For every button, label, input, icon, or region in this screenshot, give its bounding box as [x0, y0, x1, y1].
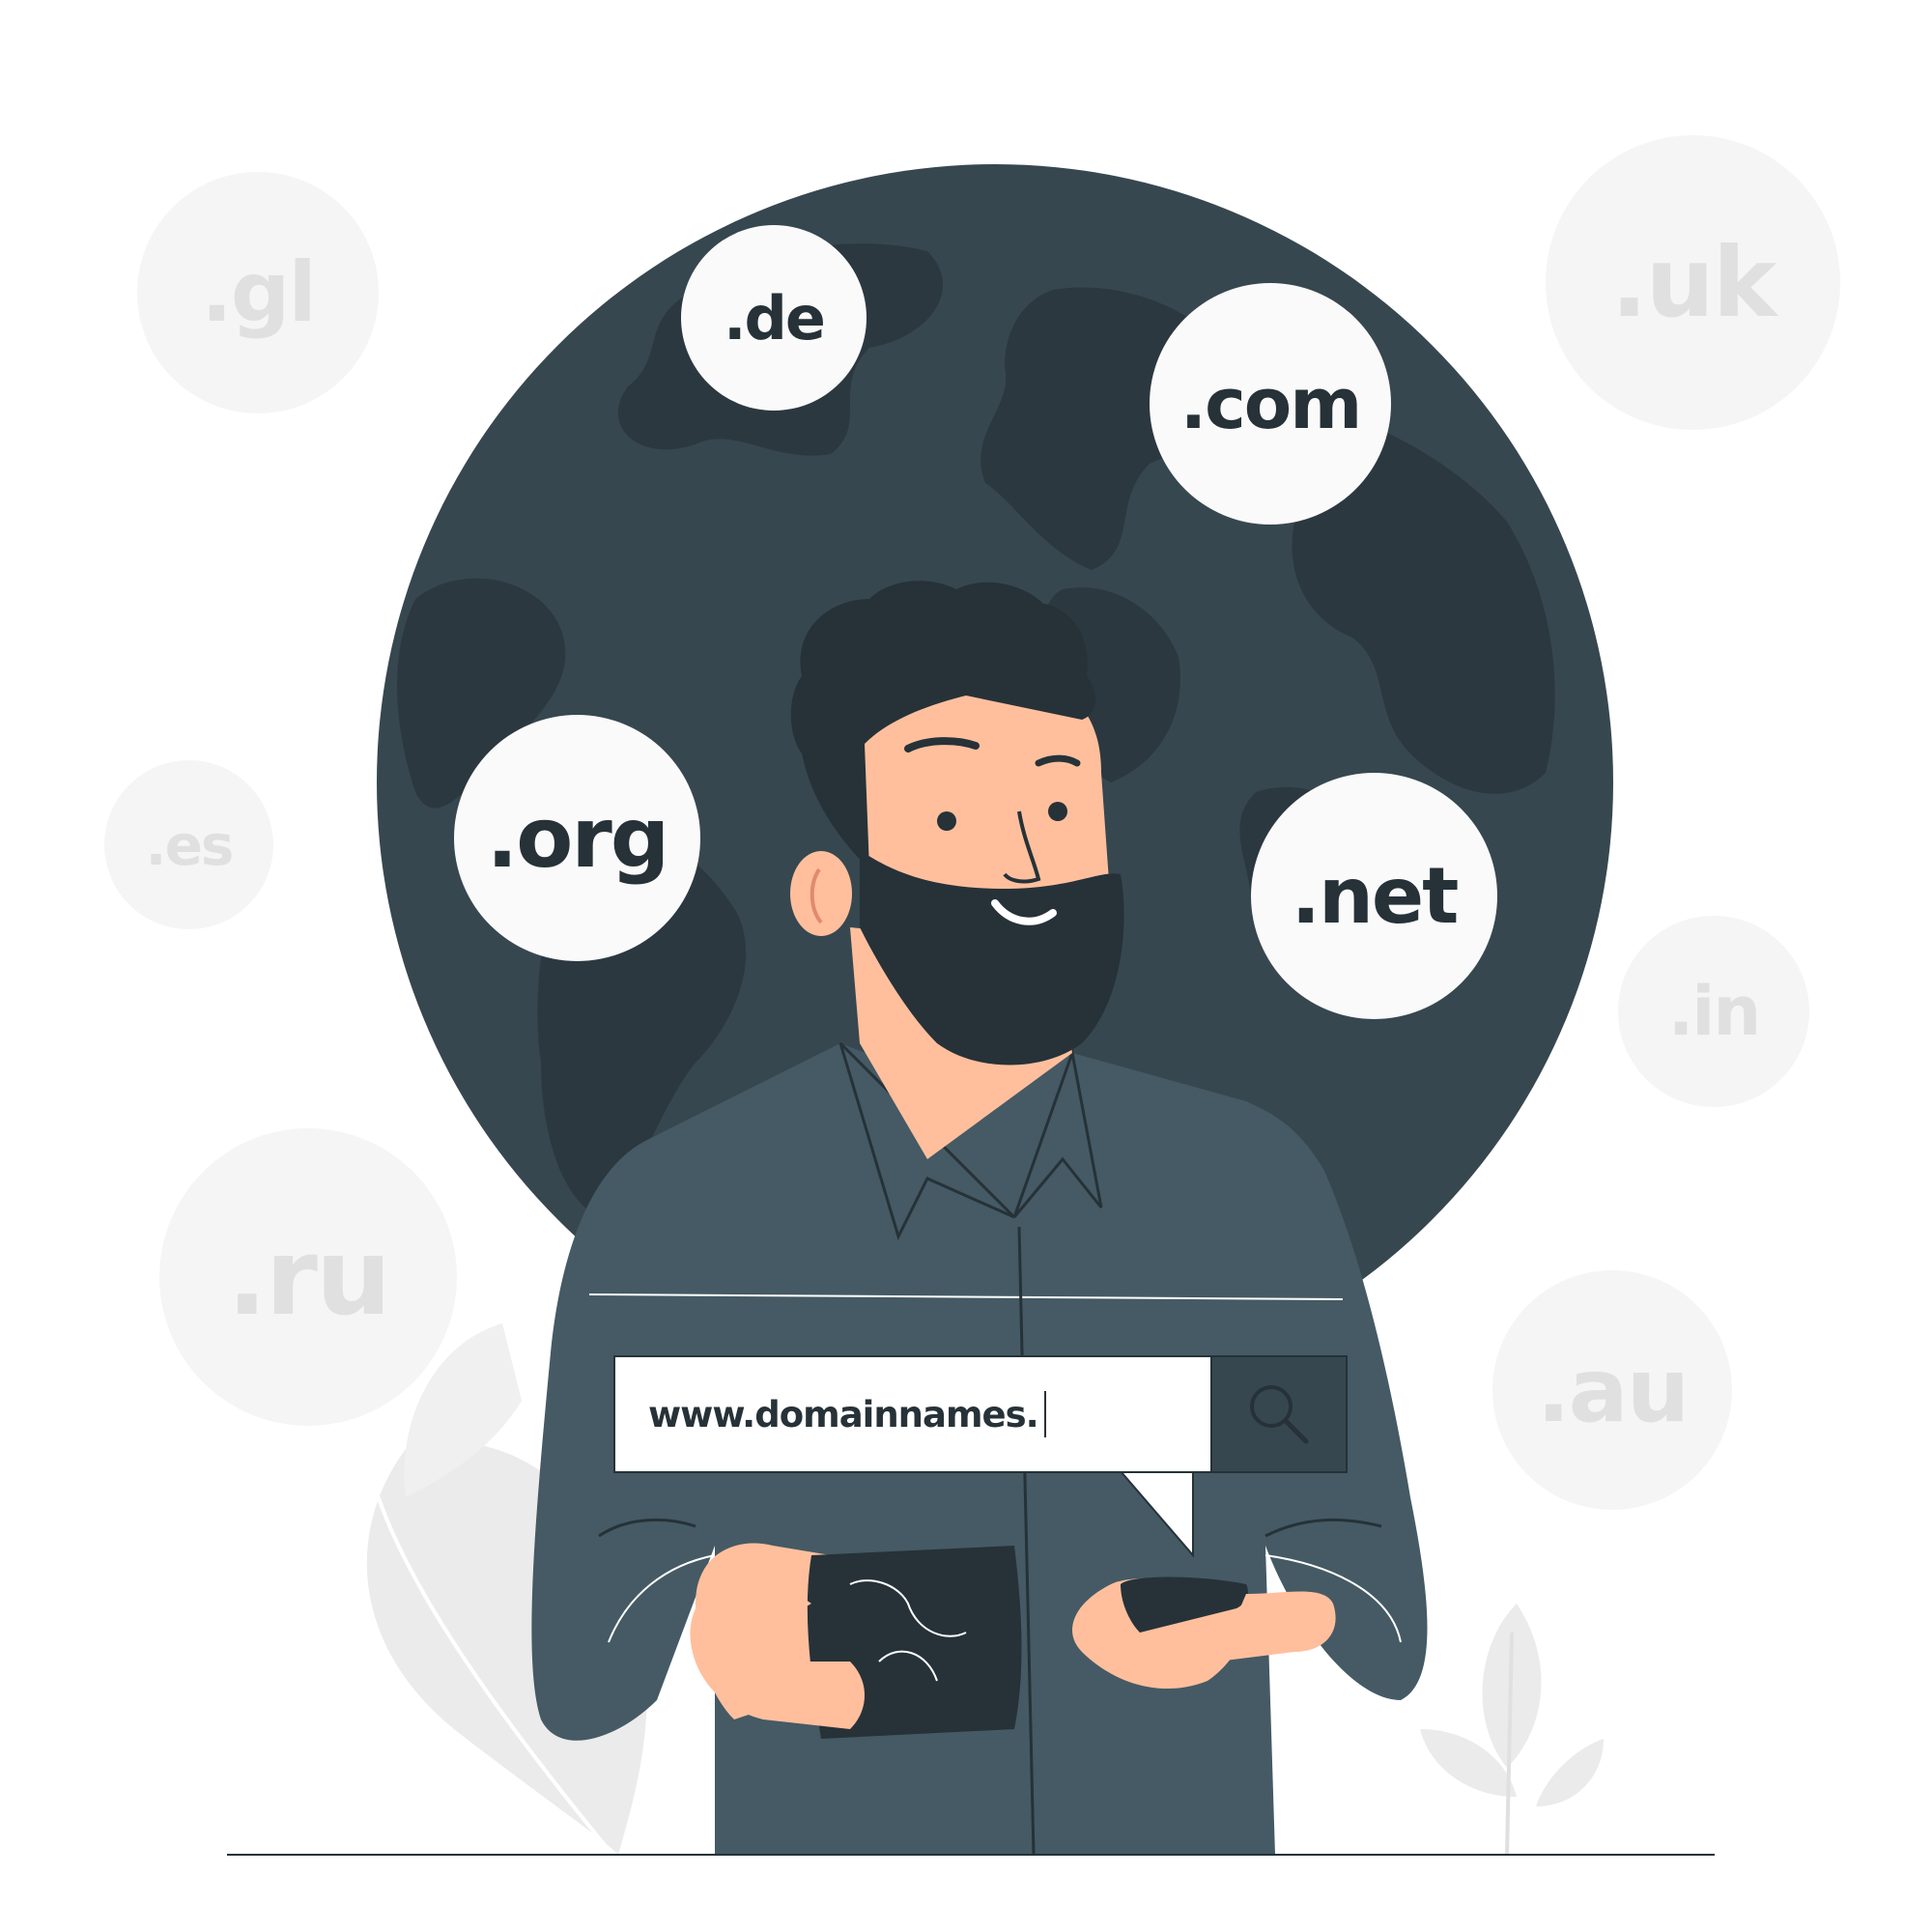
- tld-bubble-gl: .gl: [137, 172, 379, 413]
- domain-names-illustration: .gl .uk .es .in .ru .au .de .com .org .n…: [0, 0, 1932, 1932]
- tld-bubble-au: .au: [1492, 1270, 1732, 1510]
- tld-bubble-org: .org: [454, 715, 700, 961]
- tld-label: .in: [1667, 972, 1761, 1051]
- tld-bubble-net: .net: [1251, 773, 1497, 1019]
- domain-search-bar: www.domainnames.: [613, 1355, 1348, 1473]
- tld-label: .au: [1536, 1338, 1690, 1442]
- search-button[interactable]: [1210, 1355, 1348, 1473]
- tld-bubble-com: .com: [1150, 283, 1391, 525]
- domain-search-input[interactable]: www.domainnames.: [613, 1355, 1212, 1473]
- search-icon: [1250, 1385, 1309, 1444]
- tld-bubble-uk: .uk: [1546, 135, 1840, 430]
- text-caret: [1043, 1391, 1046, 1437]
- tld-label: .uk: [1610, 226, 1777, 339]
- tld-bubble-de: .de: [681, 225, 867, 411]
- leaf-plant-right: [1420, 1604, 1604, 1856]
- tld-label: .com: [1179, 363, 1363, 444]
- tld-label: .ru: [226, 1215, 391, 1339]
- tld-label: .es: [145, 811, 235, 878]
- tld-label: .org: [486, 789, 670, 887]
- tld-bubble-es: .es: [104, 760, 273, 929]
- tld-label: .net: [1291, 851, 1460, 941]
- tld-bubble-ru: .ru: [159, 1128, 457, 1426]
- tld-label: .de: [724, 282, 826, 354]
- tld-label: .gl: [201, 244, 317, 341]
- tld-bubble-in: .in: [1618, 916, 1809, 1107]
- domain-search-value: www.domainnames.: [648, 1393, 1039, 1435]
